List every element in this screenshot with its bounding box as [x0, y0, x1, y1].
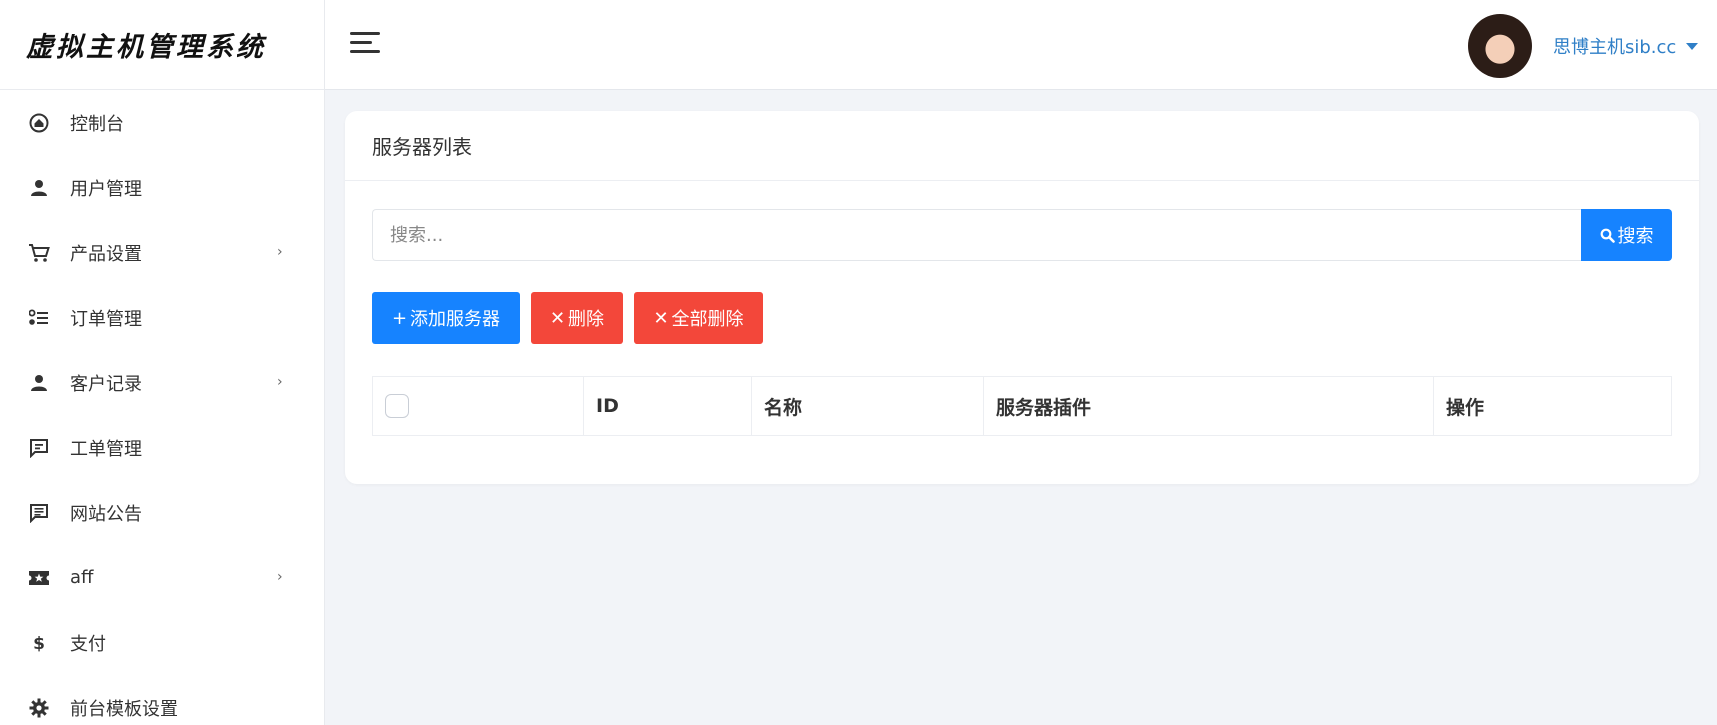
action-buttons: + 添加服务器 ✕ 删除 ✕ 全部删除: [372, 292, 763, 344]
list-icon: [28, 307, 50, 329]
chevron-right-icon: ›: [277, 374, 283, 390]
sidebar-item-label: 控制台: [70, 113, 124, 135]
close-icon: ✕: [549, 307, 566, 329]
cart-icon: [28, 242, 50, 264]
chevron-right-icon: ›: [277, 569, 283, 585]
brand[interactable]: 虚拟主机管理系统: [0, 0, 324, 90]
home-icon: [28, 112, 50, 134]
add-server-label: 添加服务器: [410, 309, 501, 330]
card-header: 服务器列表: [345, 111, 1699, 181]
announcement-icon: [28, 502, 50, 524]
select-all-cell: [372, 376, 584, 436]
delete-label: 删除: [568, 309, 605, 330]
sidebar-item-template-settings[interactable]: 前台模板设置: [0, 675, 324, 725]
sidebar-item-users[interactable]: 用户管理: [0, 155, 324, 220]
column-header-plugin[interactable]: 服务器插件: [983, 376, 1434, 436]
hamburger-menu-icon[interactable]: [350, 32, 380, 54]
column-header-name[interactable]: 名称: [751, 376, 984, 436]
sidebar-item-label: aff: [70, 567, 94, 588]
user-menu[interactable]: 思博主机sib.cc: [1553, 33, 1699, 59]
add-server-button[interactable]: + 添加服务器: [372, 292, 520, 344]
server-list-card: 服务器列表 搜索 + 添加服务器 ✕ 删除 ✕ 全部删除: [345, 111, 1699, 484]
ticket-icon: [28, 567, 50, 589]
chevron-right-icon: ›: [277, 244, 283, 260]
delete-all-button[interactable]: ✕ 全部删除: [634, 292, 763, 344]
sidebar-item-aff[interactable]: aff ›: [0, 545, 324, 610]
sidebar-item-label: 订单管理: [70, 308, 142, 330]
page-title: 服务器列表: [372, 135, 472, 159]
sidebar-item-dashboard[interactable]: 控制台: [0, 90, 324, 155]
user-icon: [28, 177, 50, 199]
caret-down-icon: [1686, 42, 1699, 50]
sidebar-item-products[interactable]: 产品设置 ›: [0, 220, 324, 285]
sidebar-item-payment[interactable]: $ 支付: [0, 610, 324, 675]
dollar-icon: $: [28, 632, 50, 654]
sidebar-item-label: 前台模板设置: [70, 698, 178, 720]
sidebar-item-label: 客户记录: [70, 373, 142, 395]
sidebar-item-tickets[interactable]: 工单管理: [0, 415, 324, 480]
search-button[interactable]: 搜索: [1581, 209, 1672, 261]
user-icon: [28, 372, 50, 394]
sidebar-item-label: 网站公告: [70, 503, 142, 525]
sidebar-item-announcements[interactable]: 网站公告: [0, 480, 324, 545]
sidebar-nav: 控制台 用户管理 产品设置 › 订单管理 客户记录 › 工单管理 网站公告 af…: [0, 90, 324, 725]
sidebar-item-customers[interactable]: 客户记录 ›: [0, 350, 324, 415]
search-input[interactable]: [372, 209, 1581, 261]
sidebar-item-label: 支付: [70, 633, 106, 655]
search-button-label: 搜索: [1617, 226, 1654, 247]
sidebar-item-label: 用户管理: [70, 178, 142, 200]
sidebar-item-label: 工单管理: [70, 438, 142, 460]
delete-all-label: 全部删除: [671, 309, 744, 330]
search-bar: 搜索: [372, 209, 1672, 261]
top-bar: 思博主机sib.cc: [325, 0, 1717, 90]
brand-title[interactable]: 虚拟主机管理系统: [26, 25, 266, 64]
delete-button[interactable]: ✕ 删除: [531, 292, 623, 344]
plus-icon: +: [391, 307, 408, 329]
server-table: ID 名称 服务器插件 操作: [372, 376, 1672, 436]
user-name: 思博主机sib.cc: [1553, 37, 1677, 58]
table-header-row: ID 名称 服务器插件 操作: [372, 376, 1672, 436]
sidebar-item-orders[interactable]: 订单管理: [0, 285, 324, 350]
column-header-id[interactable]: ID: [583, 376, 752, 436]
search-icon: [1600, 228, 1615, 243]
select-all-checkbox[interactable]: [385, 394, 409, 418]
column-header-actions: 操作: [1433, 376, 1672, 436]
svg-text:$: $: [33, 634, 45, 653]
close-icon: ✕: [653, 307, 669, 329]
sidebar-item-label: 产品设置: [70, 243, 142, 265]
message-icon: [28, 437, 50, 459]
avatar[interactable]: [1468, 14, 1532, 78]
gear-icon: [28, 697, 50, 719]
sidebar: 虚拟主机管理系统 控制台 用户管理 产品设置 › 订单管理 客户记录 › 工单管…: [0, 0, 325, 725]
